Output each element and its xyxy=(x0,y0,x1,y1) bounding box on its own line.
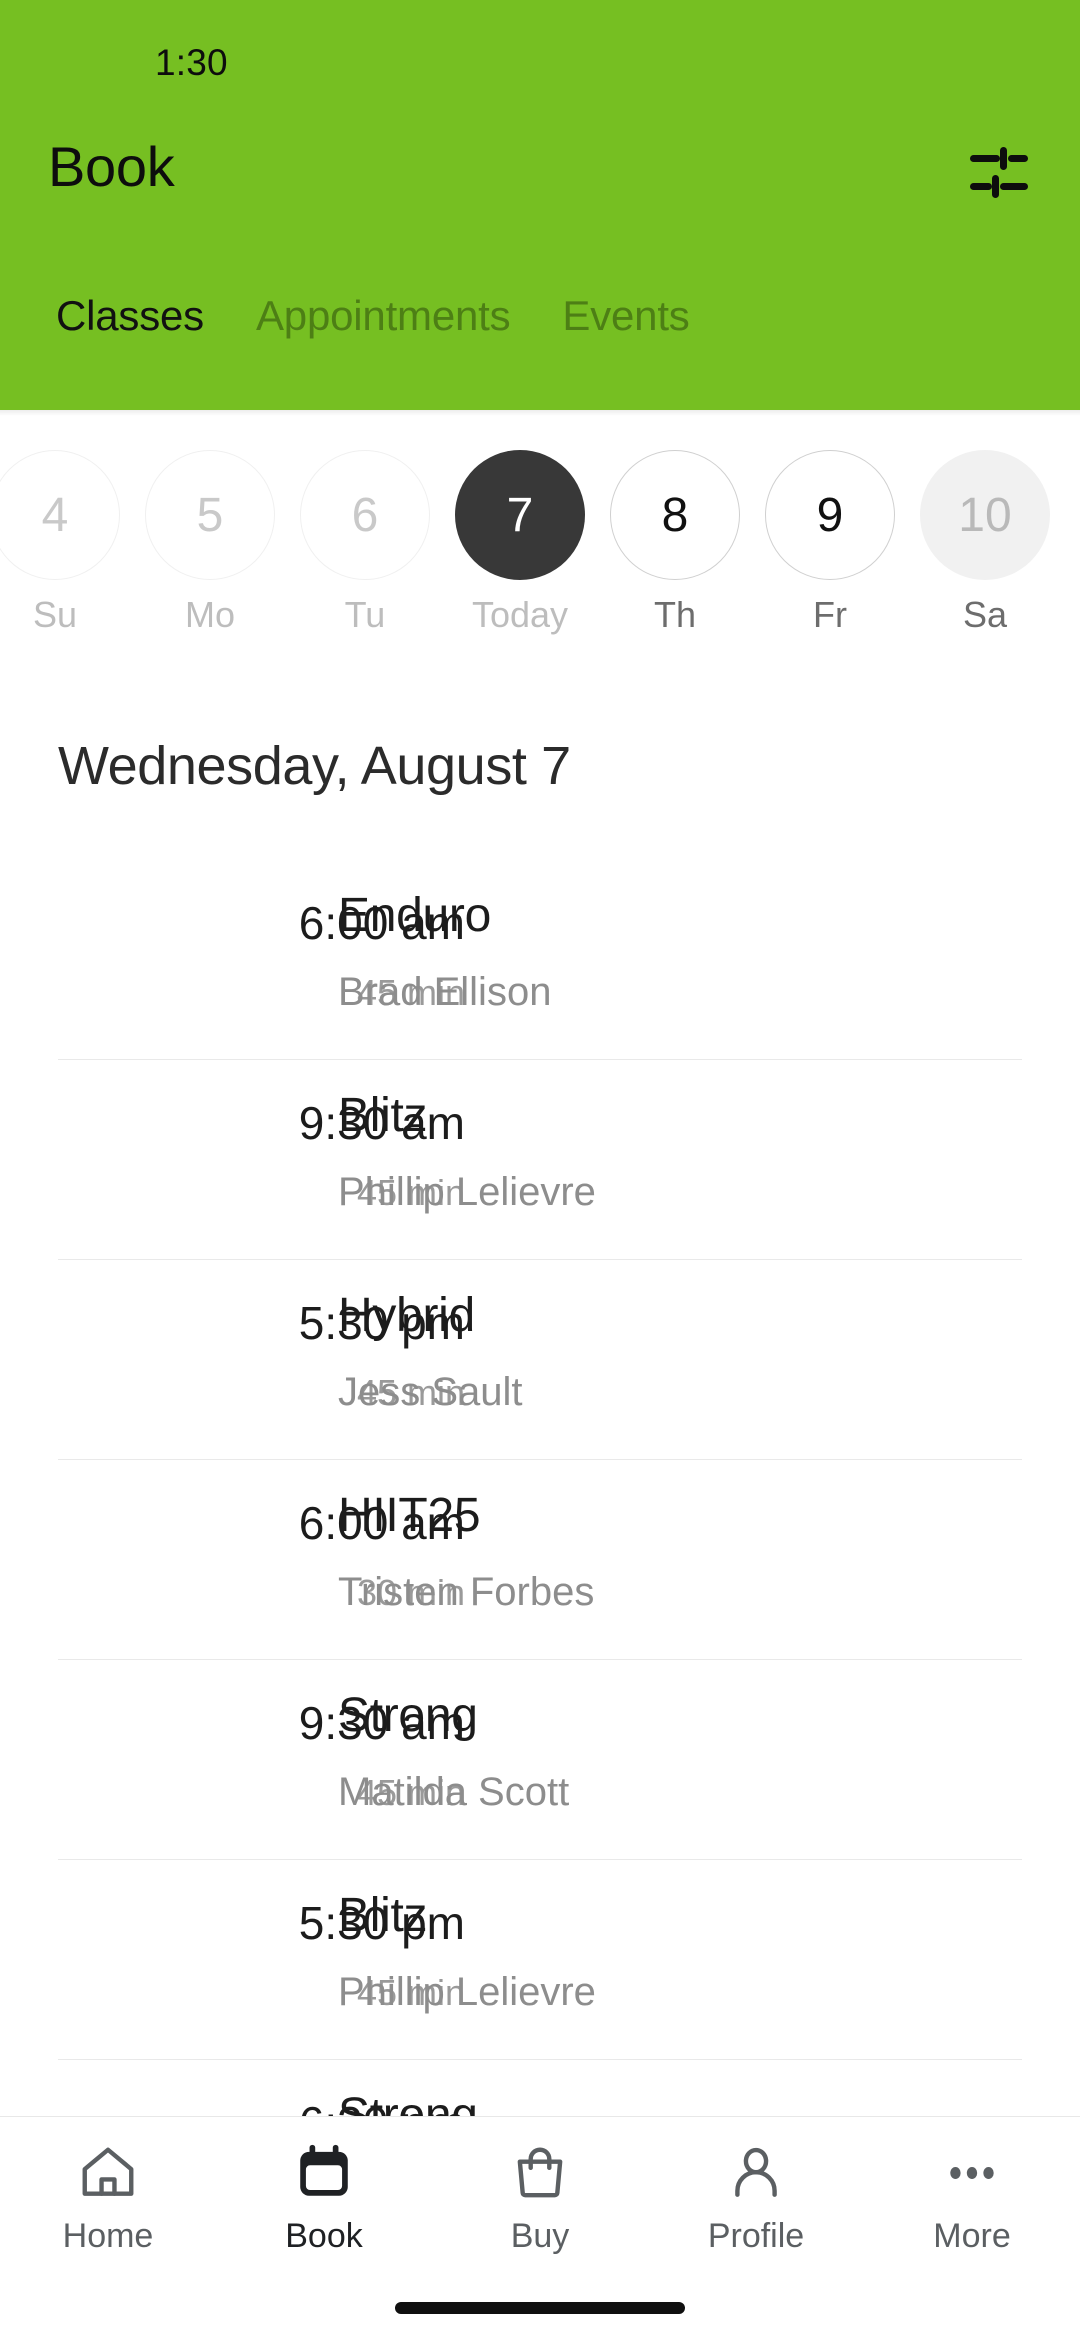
app-screen: 1:30 Book Classes Appointments Events 4 … xyxy=(0,0,1080,2340)
date-item-9[interactable]: 9 Fr xyxy=(757,450,903,660)
class-instructor: Phillip Lelievre xyxy=(338,1970,596,2014)
date-weekday: Tu xyxy=(344,594,386,635)
calendar-icon xyxy=(293,2139,355,2207)
date-circle: 8 xyxy=(610,450,740,580)
class-instructor: Brad Ellison xyxy=(338,970,552,1014)
class-name: Blitz xyxy=(338,1889,428,1942)
class-name: Strong xyxy=(338,1689,478,1742)
nav-item-buy[interactable]: Buy xyxy=(432,2117,648,2256)
class-row[interactable]: 9:30 am 45 min Blitz Phillip Lelievre xyxy=(0,1060,1080,1260)
nav-label: More xyxy=(933,2217,1011,2255)
page-title: Book xyxy=(48,135,175,198)
status-bar-clock: 1:30 xyxy=(155,42,228,83)
class-list: 6:00 am 45 min Enduro Brad Ellison 9:30 … xyxy=(0,860,1080,2260)
header-divider xyxy=(0,410,1080,416)
date-circle-selected: 7 xyxy=(455,450,585,580)
date-weekday: Fr xyxy=(813,594,847,635)
nav-label: Profile xyxy=(707,2217,805,2255)
tab-appointments[interactable]: Appointments xyxy=(230,292,536,340)
date-item-5[interactable]: 5 Mo xyxy=(137,450,283,660)
date-item-7-today[interactable]: 7 Today xyxy=(447,450,593,660)
date-weekday: Sa xyxy=(962,594,1008,635)
nav-label: Buy xyxy=(510,2217,570,2255)
nav-label: Home xyxy=(62,2217,154,2255)
app-bar: Book xyxy=(0,106,1080,236)
filter-button[interactable] xyxy=(960,134,1038,212)
ellipsis-icon xyxy=(941,2139,1003,2207)
date-item-6[interactable]: 6 Tu xyxy=(292,450,438,660)
class-instructor: Matilda Scott xyxy=(338,1770,570,1814)
nav-item-more[interactable]: More xyxy=(864,2117,1080,2256)
date-weekday: Su xyxy=(32,594,78,635)
date-item-10[interactable]: 10 Sa xyxy=(912,450,1058,660)
home-indicator[interactable] xyxy=(395,2302,685,2314)
tune-sliders-icon xyxy=(970,147,1028,198)
date-weekday: Mo xyxy=(184,594,235,635)
date-circle: 6 xyxy=(300,450,430,580)
date-circle: 5 xyxy=(145,450,275,580)
class-name: Blitz xyxy=(338,1089,428,1142)
shopping-bag-icon xyxy=(509,2139,571,2207)
class-instructor: Jess Sault xyxy=(338,1370,523,1414)
date-item-8[interactable]: 8 Th xyxy=(602,450,748,660)
date-strip: 4 Su 5 Mo 6 Tu 7 Today 8 Th 9 Fr 10 Sa xyxy=(0,450,1080,670)
class-name: HIIT25 xyxy=(338,1489,481,1542)
class-instructor: Tristen Forbes xyxy=(338,1570,595,1614)
class-row[interactable]: 5:30 pm 45 min Blitz Phillip Lelievre xyxy=(0,1860,1080,2060)
nav-label: Book xyxy=(285,2217,363,2255)
tab-events[interactable]: Events xyxy=(536,292,715,340)
status-bar: 1:30 xyxy=(0,0,1080,106)
tab-classes[interactable]: Classes xyxy=(30,292,230,340)
class-name: Hybrid xyxy=(338,1289,475,1342)
nav-item-book[interactable]: Book xyxy=(216,2117,432,2256)
date-item-4[interactable]: 4 Su xyxy=(0,450,128,660)
bottom-navigation: Home Book Buy Profile More xyxy=(0,2116,1080,2340)
home-icon xyxy=(77,2139,139,2207)
class-row[interactable]: 6:00 am 30 min HIIT25 Tristen Forbes xyxy=(0,1460,1080,1660)
class-row[interactable]: 5:30 pm 45 min Hybrid Jess Sault xyxy=(0,1260,1080,1460)
class-name: Enduro xyxy=(338,889,491,942)
class-row[interactable]: 6:00 am 45 min Enduro Brad Ellison xyxy=(0,860,1080,1060)
date-circle: 10 xyxy=(920,450,1050,580)
day-heading: Wednesday, August 7 xyxy=(58,736,571,796)
date-circle: 4 xyxy=(0,450,120,580)
app-header: 1:30 Book Classes Appointments Events xyxy=(0,0,1080,410)
person-icon xyxy=(725,2139,787,2207)
date-circle: 9 xyxy=(765,450,895,580)
class-instructor: Phillip Lelievre xyxy=(338,1170,596,1214)
class-row[interactable]: 9:30 am 45 min Strong Matilda Scott xyxy=(0,1660,1080,1860)
nav-item-home[interactable]: Home xyxy=(0,2117,216,2256)
date-weekday: Th xyxy=(653,594,696,635)
tab-bar: Classes Appointments Events xyxy=(0,292,1080,410)
nav-item-profile[interactable]: Profile xyxy=(648,2117,864,2256)
date-weekday: Today xyxy=(471,594,569,635)
